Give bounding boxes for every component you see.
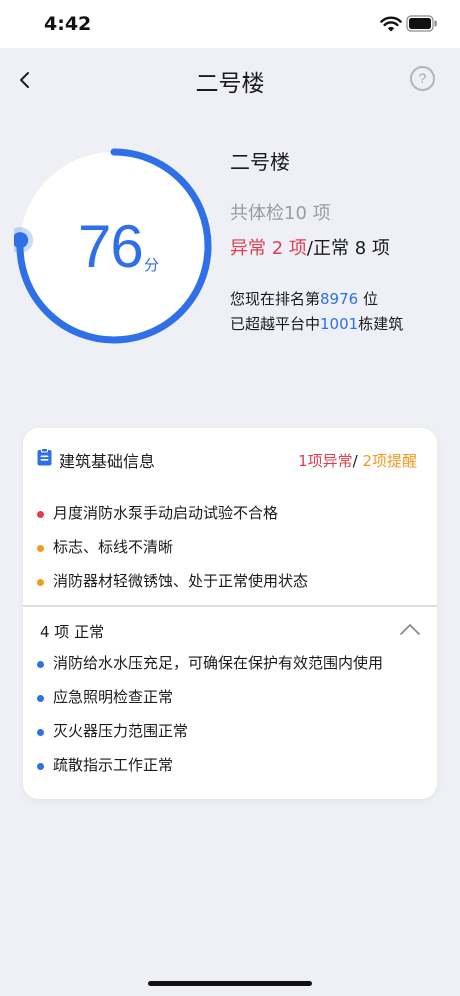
normal-text: 消防给水水压充足，可确保在保护有效范围内使用 xyxy=(53,654,384,672)
normal-item[interactable]: 疏散指示工作正常 xyxy=(37,754,433,788)
exceed-value: 1001 xyxy=(320,315,359,333)
battery-icon xyxy=(406,15,437,32)
total-checks: 共体检10 项 xyxy=(230,203,331,224)
rank-prefix: 您现在排名第 xyxy=(230,290,321,308)
issue-text: 月度消防水泵手动启动试验不合格 xyxy=(53,504,279,522)
normal-text: 灭火器压力范围正常 xyxy=(53,722,189,740)
normal-dot-icon xyxy=(37,763,44,770)
issue-item-warning[interactable]: 消防器材轻微锈蚀、处于正常使用状态 xyxy=(37,570,427,604)
issue-list: 月度消防水泵手动启动试验不合格 标志、标线不清晰 消防器材轻微锈蚀、处于正常使用… xyxy=(37,502,427,604)
warning-summary: 2项提醒 xyxy=(362,452,417,470)
exceed-prefix: 已超越平台中 xyxy=(230,315,321,333)
warning-dot-icon xyxy=(37,545,44,552)
status-time: 4:42 xyxy=(44,13,92,35)
building-name: 二号楼 xyxy=(230,150,290,174)
issue-item-abnormal[interactable]: 月度消防水泵手动启动试验不合格 xyxy=(37,502,427,536)
abnormal-dot-icon xyxy=(37,511,44,518)
exceed-line: 已超越平台中1001栋建筑 xyxy=(230,313,403,334)
normal-list: 消防给水水压充足，可确保在保护有效范围内使用 应急照明检查正常 灭火器压力范围正… xyxy=(37,652,433,788)
exceed-suffix: 栋建筑 xyxy=(358,315,404,333)
abnormal-summary: 1项异常 xyxy=(298,452,353,470)
rank-suffix: 位 xyxy=(358,290,378,308)
wifi-icon xyxy=(380,16,402,32)
check-result: 异常 2 项/正常 8 项 xyxy=(230,234,390,260)
score-value: 76 xyxy=(78,213,144,280)
card-title: 建筑基础信息 xyxy=(59,452,156,471)
status-bar: 4:42 xyxy=(0,0,460,48)
page-title: 二号楼 xyxy=(195,71,265,97)
summary-separator: / xyxy=(352,452,363,470)
normal-text: 应急照明检查正常 xyxy=(53,688,174,706)
chevron-up-icon[interactable] xyxy=(399,622,421,636)
abnormal-count: 异常 2 项 xyxy=(230,238,307,259)
normal-dot-icon xyxy=(37,695,44,702)
normal-count: /正常 8 项 xyxy=(306,238,390,259)
normal-item[interactable]: 应急照明检查正常 xyxy=(37,686,433,720)
issue-text: 消防器材轻微锈蚀、处于正常使用状态 xyxy=(53,572,309,590)
issue-item-warning[interactable]: 标志、标线不清晰 xyxy=(37,536,427,570)
clipboard-icon xyxy=(37,448,52,466)
issue-text: 标志、标线不清晰 xyxy=(53,538,174,556)
nav-bar: 二号楼 ? xyxy=(0,48,460,110)
normal-dot-icon xyxy=(37,661,44,668)
warning-dot-icon xyxy=(37,579,44,586)
normal-item[interactable]: 灭火器压力范围正常 xyxy=(37,720,433,754)
section-divider xyxy=(23,605,437,607)
normal-text: 疏散指示工作正常 xyxy=(53,756,174,774)
help-icon[interactable]: ? xyxy=(410,66,435,91)
home-indicator xyxy=(148,981,312,986)
card-summary: 1项异常/ 2项提醒 xyxy=(298,450,417,471)
normal-section-header[interactable]: 4 项 正常 xyxy=(40,621,104,642)
normal-item[interactable]: 消防给水水压充足，可确保在保护有效范围内使用 xyxy=(37,652,433,686)
normal-dot-icon xyxy=(37,729,44,736)
building-info-card: 建筑基础信息 1项异常/ 2项提醒 月度消防水泵手动启动试验不合格 标志、标线不… xyxy=(23,428,437,799)
score-unit: 分 xyxy=(144,256,160,274)
rank-line: 您现在排名第8976 位 xyxy=(230,288,378,309)
rank-value: 8976 xyxy=(320,290,359,308)
